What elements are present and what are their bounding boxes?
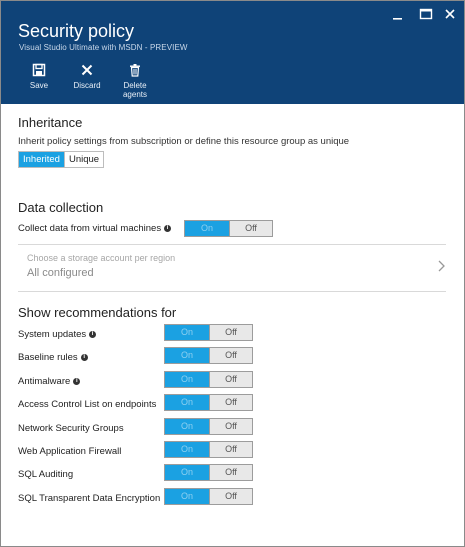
recommendation-toggle[interactable]: On Off [164,347,253,364]
toggle-on[interactable]: On [165,419,209,434]
recommendation-text: Network Security Groups [18,423,124,434]
blade-header: Security policy Visual Studio Ultimate w… [1,1,464,104]
recommendation-text: Antimalware [18,376,71,387]
inheritance-selector: Inherited Unique [18,151,105,168]
delete-agents-button[interactable]: Delete agents [112,63,158,99]
inheritance-heading: Inheritance [18,115,83,130]
data-collection-heading: Data collection [18,200,104,215]
collect-data-text: Collect data from virtual machines [18,223,162,234]
recommendation-text: SQL Transparent Data Encryption [18,493,161,504]
recommendation-text: Access Control List on endpoints [18,399,157,410]
toggle-off[interactable]: Off [209,442,252,457]
info-icon[interactable]: i [80,354,88,361]
info-icon[interactable]: i [73,378,81,385]
toggle-on[interactable]: On [165,325,209,340]
recommendation-toggle[interactable]: On Off [164,418,253,435]
close-icon[interactable] [443,7,457,21]
recommendation-toggle[interactable]: On Off [164,441,253,458]
save-label: Save [29,81,49,90]
recommendation-toggle[interactable]: On Off [164,394,253,411]
recommendation-label: SQL Auditing [18,469,73,480]
collect-data-label: Collect data from virtual machines i [18,223,172,234]
divider [18,291,446,292]
page-title: Security policy [18,21,135,41]
discard-label: Discard [73,81,101,90]
recommendation-toggle[interactable]: On Off [164,324,253,341]
toggle-off[interactable]: Off [209,419,252,434]
toggle-on[interactable]: On [165,372,209,387]
recommendation-text: Web Application Firewall [18,446,122,457]
toggle-on[interactable]: On [165,348,209,363]
delete-agents-label: Delete agents [122,81,148,99]
recommendation-label: Access Control List on endpoints [18,399,156,410]
recommendation-label: Baseline rules i [18,352,88,363]
save-button[interactable]: Save [16,63,62,90]
collect-data-toggle[interactable]: On Off [184,220,273,237]
chevron-right-icon [438,260,445,272]
toggle-off[interactable]: Off [229,221,272,236]
page-subtitle: Visual Studio Ultimate with MSDN - PREVI… [19,43,188,52]
recommendation-label: System updates i [18,329,97,340]
recommendation-label: Network Security Groups [18,423,124,434]
recommendation-toggle[interactable]: On Off [164,464,253,481]
toggle-off[interactable]: Off [209,465,252,480]
toggle-off[interactable]: Off [209,348,252,363]
discard-icon [81,64,93,76]
trash-icon [130,64,140,77]
recommendation-label: SQL Transparent Data Encryption [18,493,160,504]
storage-value: All configured [27,267,94,279]
toggle-off[interactable]: Off [209,372,252,387]
storage-placeholder: Choose a storage account per region [27,253,176,263]
toggle-on[interactable]: On [165,465,209,480]
toggle-on[interactable]: On [165,489,209,504]
recommendation-toggle[interactable]: On Off [164,488,253,505]
recommendation-text: SQL Auditing [18,469,74,480]
info-icon[interactable]: i [89,331,97,338]
info-icon[interactable]: i [164,225,172,232]
minimize-icon[interactable] [391,7,405,21]
inheritance-description: Inherit policy settings from subscriptio… [18,136,350,147]
recommendation-text: Baseline rules [18,352,78,363]
toggle-off[interactable]: Off [209,395,252,410]
recommendation-label: Antimalware i [18,376,81,387]
inherited-option[interactable]: Inherited [19,152,64,167]
toggle-on[interactable]: On [165,395,209,410]
toggle-on[interactable]: On [165,442,209,457]
toggle-off[interactable]: Off [209,489,252,504]
discard-button[interactable]: Discard [64,63,110,90]
save-icon [32,63,46,77]
recommendation-toggle[interactable]: On Off [164,371,253,388]
recommendations-heading: Show recommendations for [18,305,177,320]
toggle-on[interactable]: On [185,221,229,236]
recommendation-label: Web Application Firewall [18,446,121,457]
storage-account-selector[interactable]: Choose a storage account per region All … [18,245,446,291]
recommendation-text: System updates [18,329,87,340]
toggle-off[interactable]: Off [209,325,252,340]
unique-option[interactable]: Unique [63,152,104,167]
maximize-icon[interactable] [419,7,433,21]
